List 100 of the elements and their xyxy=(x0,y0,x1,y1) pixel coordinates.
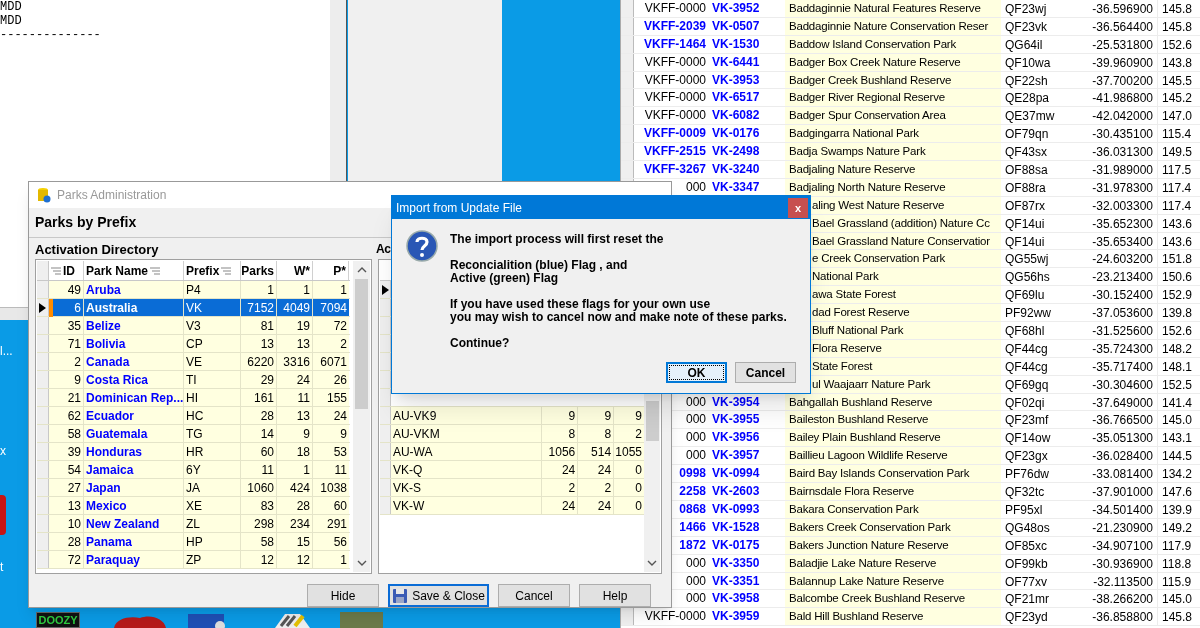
table-cell-text: OF88sa xyxy=(1004,162,1049,178)
table-cell: VKFF-3267 xyxy=(643,161,706,178)
table-cell: 24 xyxy=(542,497,579,514)
table-row[interactable]: 13 Mexico XE 83 28 60 xyxy=(37,497,350,515)
column-header[interactable]: Parks xyxy=(241,261,277,280)
table-cell: 72 xyxy=(49,551,84,568)
table-cell: 000 xyxy=(685,554,706,572)
texture-icon[interactable] xyxy=(340,612,383,628)
table-cell: 000 xyxy=(685,178,706,196)
table-cell: TI xyxy=(184,371,241,388)
table-cell-text: VK-3959 xyxy=(711,608,761,626)
column-header[interactable]: Park Name xyxy=(84,261,184,280)
save-close-button[interactable]: Save & Close xyxy=(388,584,489,607)
editor-line: -------------- xyxy=(0,28,102,42)
table-cell: -36.858800 xyxy=(1083,608,1158,626)
table-cell: 2 xyxy=(578,479,615,496)
table-row[interactable]: 39 Honduras HR 60 18 53 xyxy=(37,443,350,461)
table-cell: VKFF-0009 xyxy=(643,125,706,143)
table-row[interactable]: 2 Canada VE 6220 3316 6071 xyxy=(37,353,350,371)
table-cell: 000 xyxy=(685,393,706,411)
table-row[interactable]: 54 Jamaica 6Y 11 1 11 xyxy=(37,461,350,479)
table-row[interactable]: AU-VKM 8 8 2 xyxy=(380,425,644,443)
table-cell: XE xyxy=(184,497,241,514)
column-header[interactable]: Prefix xyxy=(184,261,241,280)
table-row[interactable]: 27 Japan JA 1060 424 1038 xyxy=(37,479,350,497)
table-cell: -32.113500 xyxy=(1083,572,1158,590)
table-cell: VKFF-1464 xyxy=(643,35,706,53)
scroll-thumb[interactable] xyxy=(355,279,368,409)
table-cell: -35.717400 xyxy=(1083,357,1158,375)
table-cell: 9 xyxy=(49,371,84,388)
table-row[interactable]: VK-Q 24 24 0 xyxy=(380,461,644,479)
table-cell-text: QF10wa xyxy=(1004,54,1052,71)
table-row[interactable]: 49 Aruba P4 1 1 1 xyxy=(37,281,350,299)
table-row[interactable]: 6 Australia VK 7152 4049 7094 xyxy=(37,299,350,317)
message-text: Continue? xyxy=(450,337,511,350)
dialog-button[interactable]: Hide xyxy=(307,584,379,607)
table-row[interactable]: 72 Paraquay ZP 12 12 1 xyxy=(37,551,350,569)
table-row[interactable]: 58 Guatemala TG 14 9 9 xyxy=(37,425,350,443)
table-cell: 2 xyxy=(542,479,579,496)
table-cell-text: 152.9 xyxy=(1161,287,1194,304)
table-cell: P4 xyxy=(184,281,241,298)
table-row[interactable]: VK-W 24 24 0 xyxy=(380,497,644,515)
table-cell: -35.051300 xyxy=(1083,429,1158,447)
close-button[interactable]: x xyxy=(788,197,808,218)
table-row[interactable]: 71 Bolivia CP 13 13 2 xyxy=(37,335,350,353)
column-header[interactable]: P* xyxy=(313,261,349,280)
column-header[interactable]: W* xyxy=(277,261,313,280)
table-row[interactable]: 62 Ecuador HC 28 13 24 xyxy=(37,407,350,425)
table-cell: -42.042000 xyxy=(1083,107,1158,125)
table-cell: 83 xyxy=(241,497,277,514)
dialog-button[interactable]: Cancel xyxy=(735,362,796,383)
table-cell: 9 xyxy=(542,407,579,424)
table-cell: 26 xyxy=(313,371,349,388)
table-cell: -31.978300 xyxy=(1083,178,1158,196)
table-cell: -31.989000 xyxy=(1083,161,1158,178)
table-row[interactable]: 35 Belize V3 81 19 72 xyxy=(37,317,350,335)
dialog-button[interactable]: OK xyxy=(666,362,727,383)
table-cell: 29 xyxy=(241,371,277,388)
table-cell-text: PF76dw xyxy=(1004,466,1051,483)
table-cell: Australia xyxy=(84,299,184,316)
table-cell: HC xyxy=(184,407,241,424)
table-cell-text: 143.1 xyxy=(1161,430,1194,447)
column-header[interactable]: ID xyxy=(49,261,84,280)
table-cell: VKFF-0000 xyxy=(644,0,706,17)
table-row[interactable]: VK-S 2 2 0 xyxy=(380,479,644,497)
table-cell: -36.564400 xyxy=(1083,17,1158,35)
table-cell: 24 xyxy=(313,407,349,424)
scroll-thumb[interactable] xyxy=(645,401,659,441)
table-row[interactable]: AU-VK9 9 9 9 xyxy=(380,407,644,425)
dialog-button[interactable]: Help xyxy=(579,584,651,607)
table-row[interactable]: 28 Panama HP 58 15 56 xyxy=(37,533,350,551)
table-cell: 000 xyxy=(685,572,706,590)
table-cell-text: 152.6 xyxy=(1161,323,1194,339)
table-cell-text: QF22sh xyxy=(1004,72,1049,89)
dialog-button[interactable]: Cancel xyxy=(498,584,570,607)
table-cell-text: VK-3955 xyxy=(711,411,761,429)
table-cell: 53 xyxy=(313,443,349,460)
table-row[interactable]: 9 Costa Rica TI 29 24 26 xyxy=(37,371,350,389)
table-cell: -37.649000 xyxy=(1083,393,1158,411)
message-text: Active (green) Flag xyxy=(450,272,559,285)
database-icon xyxy=(37,187,51,203)
message-text: Reconcialition (blue) Flag , and xyxy=(450,259,629,272)
table-cell: 291 xyxy=(313,515,349,532)
table-cell: 12 xyxy=(277,551,313,568)
message-text: The import process will first reset the xyxy=(450,233,665,246)
table-row[interactable]: 10 New Zealand ZL 298 234 291 xyxy=(37,515,350,533)
app-icon[interactable]: DOOZY xyxy=(36,612,80,628)
table-cell: 0868 xyxy=(679,500,706,518)
table-row[interactable]: 21 Dominican Rep... HI 161 11 155 xyxy=(37,389,350,407)
table-cell: 514 xyxy=(578,443,615,460)
scroll-bar[interactable] xyxy=(353,261,370,572)
table-cell-text: VK-6441 xyxy=(711,53,761,71)
table-cell: VKFF-0000 xyxy=(644,89,706,107)
table-cell: Japan xyxy=(84,479,184,496)
table-cell: 60 xyxy=(241,443,277,460)
table-row[interactable]: AU-WA 1056 514 1055 xyxy=(380,443,644,461)
table-cell-text: OF77xv xyxy=(1004,573,1048,590)
table-cell: 81 xyxy=(241,317,277,334)
table-cell: ZP xyxy=(184,551,241,568)
table-cell: Baddaginnie Natural Features Reserve xyxy=(785,0,1001,17)
